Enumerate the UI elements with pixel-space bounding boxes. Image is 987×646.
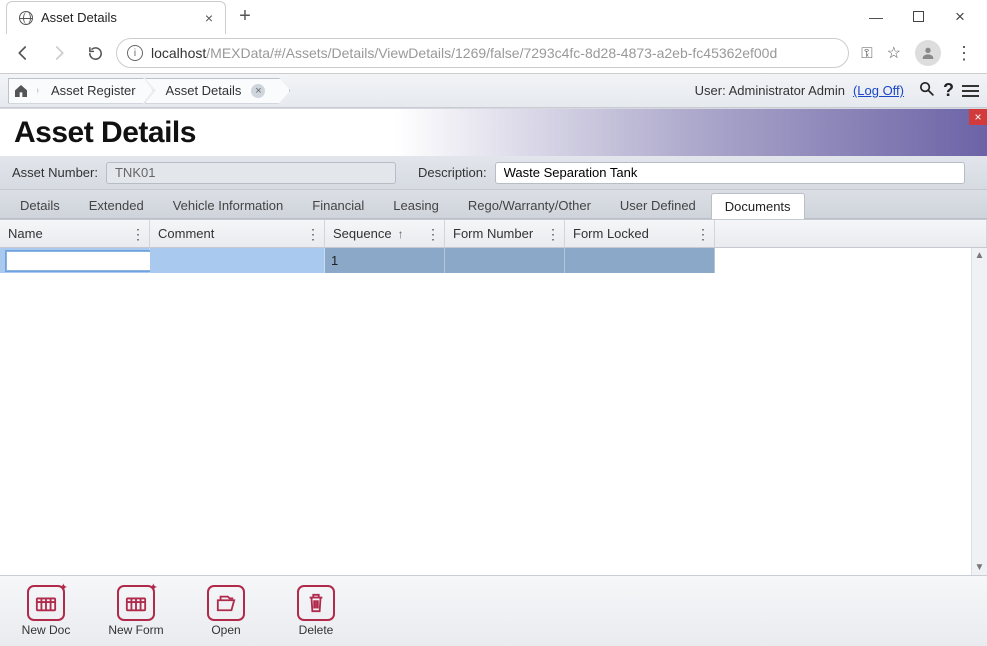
cell-comment[interactable] bbox=[150, 248, 325, 273]
column-header-spacer bbox=[715, 220, 987, 247]
tab-user-defined[interactable]: User Defined bbox=[606, 192, 710, 218]
page-title: Asset Details bbox=[14, 116, 196, 150]
tab-leasing[interactable]: Leasing bbox=[379, 192, 453, 218]
new-doc-button[interactable]: New Doc bbox=[14, 585, 78, 637]
cell-name[interactable]: … bbox=[0, 248, 150, 273]
column-header-comment[interactable]: Comment⋮ bbox=[150, 220, 325, 247]
asset-number-field bbox=[106, 162, 396, 184]
cell-form-locked[interactable] bbox=[565, 248, 715, 273]
window-maximize-icon[interactable] bbox=[911, 9, 925, 25]
scroll-up-icon[interactable]: ▲ bbox=[972, 248, 987, 263]
window-close-icon[interactable]: × bbox=[953, 7, 967, 27]
app-menu-icon[interactable] bbox=[962, 85, 979, 97]
open-button[interactable]: Open bbox=[194, 585, 258, 637]
description-field[interactable] bbox=[495, 162, 965, 184]
delete-button[interactable]: Delete bbox=[284, 585, 348, 637]
tab-extended[interactable]: Extended bbox=[75, 192, 158, 218]
tab-details[interactable]: Details bbox=[6, 192, 74, 218]
breadcrumb-close-icon[interactable]: × bbox=[251, 84, 265, 98]
forward-button[interactable] bbox=[44, 38, 74, 68]
close-page-icon[interactable]: × bbox=[969, 109, 987, 125]
tab-documents[interactable]: Documents bbox=[711, 193, 805, 219]
scroll-down-icon[interactable]: ▼ bbox=[972, 560, 987, 575]
grid-body: … 1 ▲ ▼ bbox=[0, 248, 987, 575]
address-bar[interactable]: i localhost/MEXData/#/Assets/Details/Vie… bbox=[116, 38, 849, 68]
app-search-icon[interactable] bbox=[918, 80, 935, 102]
breadcrumb-asset-details[interactable]: Asset Details × bbox=[145, 78, 291, 104]
window-minimize-icon[interactable]: — bbox=[869, 9, 883, 25]
help-icon[interactable]: ? bbox=[943, 80, 954, 101]
browser-tab-title: Asset Details bbox=[41, 10, 197, 25]
column-header-form-number[interactable]: Form Number⋮ bbox=[445, 220, 565, 247]
new-form-button[interactable]: New Form bbox=[104, 585, 168, 637]
button-label: Open bbox=[211, 623, 240, 637]
button-label: New Doc bbox=[22, 623, 71, 637]
column-menu-icon[interactable]: ⋮ bbox=[306, 226, 320, 243]
tab-vehicle-information[interactable]: Vehicle Information bbox=[159, 192, 298, 218]
bookmark-star-icon[interactable]: ☆ bbox=[887, 43, 901, 63]
address-row: i localhost/MEXData/#/Assets/Details/Vie… bbox=[0, 33, 987, 73]
cell-form-number[interactable] bbox=[445, 248, 565, 273]
back-button[interactable] bbox=[8, 38, 38, 68]
form-header: Asset Number: Description: bbox=[0, 156, 987, 190]
column-header-name[interactable]: Name⋮ bbox=[0, 220, 150, 247]
name-input[interactable] bbox=[6, 251, 171, 271]
cell-sequence[interactable]: 1 bbox=[325, 248, 445, 273]
button-label: New Form bbox=[108, 623, 163, 637]
close-tab-icon[interactable]: × bbox=[205, 10, 213, 26]
tab-rego-warranty-other[interactable]: Rego/Warranty/Other bbox=[454, 192, 605, 218]
open-icon bbox=[207, 585, 245, 621]
breadcrumb-label: Asset Register bbox=[51, 83, 136, 98]
new-doc-icon bbox=[27, 585, 65, 621]
table-row[interactable]: … 1 bbox=[0, 248, 987, 273]
footer-toolbar: New Doc New Form Open Delete bbox=[0, 575, 987, 646]
column-header-form-locked[interactable]: Form Locked⋮ bbox=[565, 220, 715, 247]
page-title-banner: Asset Details × bbox=[0, 108, 987, 156]
browser-chrome: Asset Details × + — × i localhost/MEXDat… bbox=[0, 0, 987, 74]
url-text: localhost/MEXData/#/Assets/Details/ViewD… bbox=[151, 45, 777, 61]
log-off-link[interactable]: (Log Off) bbox=[853, 83, 904, 98]
site-info-icon[interactable]: i bbox=[127, 45, 143, 61]
breadcrumb-label: Asset Details bbox=[166, 83, 242, 98]
description-label: Description: bbox=[418, 165, 487, 180]
column-header-sequence[interactable]: Sequence⋮ bbox=[325, 220, 445, 247]
grid-header: Name⋮ Comment⋮ Sequence⋮ Form Number⋮ Fo… bbox=[0, 220, 987, 248]
new-form-icon bbox=[117, 585, 155, 621]
profile-avatar-icon[interactable] bbox=[915, 40, 941, 66]
column-menu-icon[interactable]: ⋮ bbox=[426, 226, 440, 243]
browser-tab[interactable]: Asset Details × bbox=[6, 1, 226, 34]
user-label: User: Administrator Admin bbox=[695, 83, 845, 98]
delete-icon bbox=[297, 585, 335, 621]
password-key-icon[interactable]: ⚿ bbox=[861, 45, 872, 62]
column-menu-icon[interactable]: ⋮ bbox=[696, 226, 710, 243]
column-menu-icon[interactable]: ⋮ bbox=[131, 226, 145, 243]
window-controls: — × bbox=[869, 7, 981, 27]
button-label: Delete bbox=[299, 623, 334, 637]
app-breadcrumb-bar: Asset Register Asset Details × User: Adm… bbox=[0, 74, 987, 108]
reload-button[interactable] bbox=[80, 38, 110, 68]
tab-row: Details Extended Vehicle Information Fin… bbox=[0, 190, 987, 219]
browser-menu-icon[interactable]: ⋮ bbox=[955, 48, 973, 58]
tab-financial[interactable]: Financial bbox=[298, 192, 378, 218]
column-menu-icon[interactable]: ⋮ bbox=[546, 226, 560, 243]
globe-icon bbox=[19, 11, 33, 25]
cell-spacer bbox=[715, 248, 987, 273]
breadcrumb-asset-register[interactable]: Asset Register bbox=[30, 78, 153, 104]
toolbar-right-icons: ⚿ ☆ ⋮ bbox=[855, 40, 979, 66]
asset-number-label: Asset Number: bbox=[12, 165, 98, 180]
vertical-scrollbar[interactable]: ▲ ▼ bbox=[971, 248, 987, 575]
documents-grid: Name⋮ Comment⋮ Sequence⋮ Form Number⋮ Fo… bbox=[0, 219, 987, 575]
tab-strip: Asset Details × + — × bbox=[0, 0, 987, 33]
new-tab-button[interactable]: + bbox=[232, 4, 258, 30]
